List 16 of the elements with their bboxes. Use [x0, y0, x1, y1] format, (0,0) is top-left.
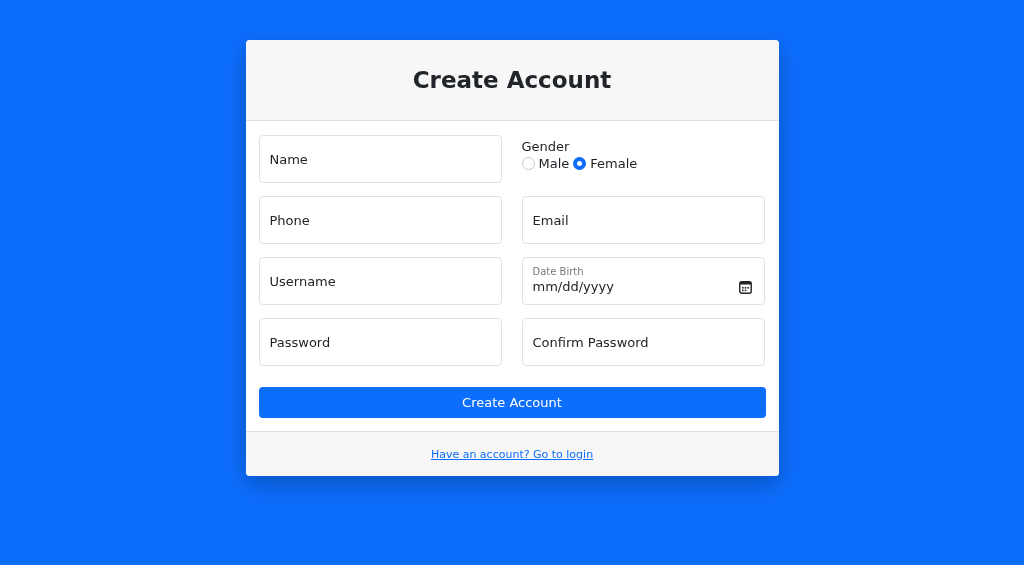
input-field[interactable]: Phone [258, 196, 502, 244]
radio-button[interactable] [521, 157, 535, 170]
date-label: Date Birth [532, 266, 585, 277]
input-field[interactable]: Username [258, 257, 502, 305]
input-field[interactable]: Email [521, 196, 765, 244]
calendar-icon[interactable] [738, 281, 752, 294]
radio-label[interactable]: Male [538, 156, 570, 171]
create-account-button[interactable]: Create Account [258, 387, 766, 418]
gender-label: Gender [521, 139, 570, 154]
radio-label[interactable]: Female [590, 156, 638, 171]
login-link[interactable]: Have an account? Go to login [430, 447, 594, 461]
input-field[interactable]: Confirm Password [521, 318, 765, 366]
radio-button[interactable] [573, 157, 587, 170]
card-title: Create Account [412, 67, 612, 93]
input-field[interactable]: Password [258, 318, 502, 366]
input-field[interactable]: Name [258, 135, 502, 183]
